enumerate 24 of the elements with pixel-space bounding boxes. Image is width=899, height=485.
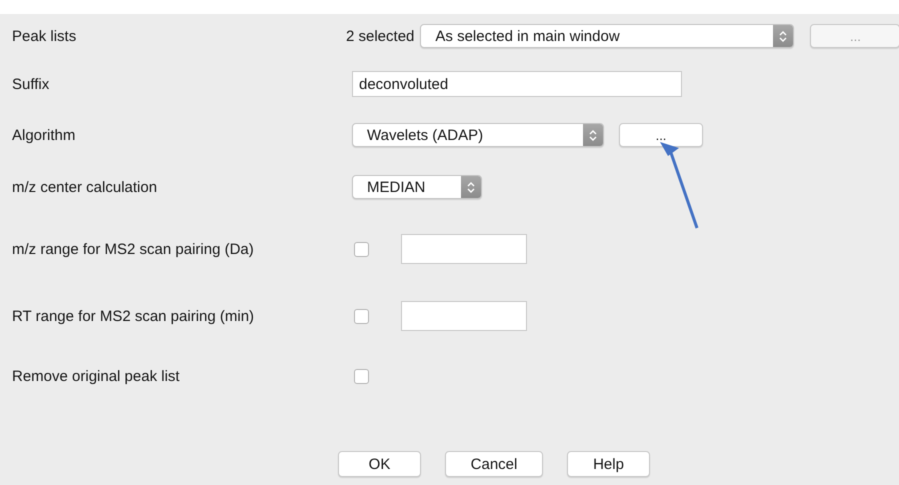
checkbox[interactable]	[354, 368, 369, 384]
checkbox[interactable]	[354, 308, 369, 324]
dialog-button[interactable]: Cancel	[445, 451, 543, 477]
field-label: Peak lists	[12, 28, 78, 44]
input-field[interactable]	[401, 234, 527, 264]
dialog-button[interactable]: OK	[338, 451, 421, 477]
stepper-icon	[779, 30, 788, 42]
field-label: m/z range for MS2 scan pairing (Da)	[12, 240, 255, 258]
field-label: Remove original peak list	[12, 368, 181, 384]
dropdown[interactable]: MEDIAN	[352, 175, 482, 199]
selection-count: 2 selected	[346, 28, 414, 44]
field-label: Algorithm	[12, 126, 76, 144]
input-field[interactable]: deconvoluted	[352, 71, 682, 97]
ellipsis-button[interactable]: ...	[619, 123, 703, 147]
field-label: Suffix	[12, 76, 50, 92]
stepper-icon	[589, 128, 597, 142]
stepper-icon	[467, 180, 475, 194]
dropdown[interactable]: As selected in main window	[420, 24, 794, 48]
dropdown[interactable]: Wavelets (ADAP)	[352, 123, 604, 147]
checkbox[interactable]	[354, 242, 369, 256]
dialog-button[interactable]: Help	[567, 451, 650, 477]
field-label: RT range for MS2 scan pairing (min)	[12, 308, 256, 324]
field-label: m/z center calculation	[12, 178, 158, 196]
input-field[interactable]	[401, 301, 527, 331]
